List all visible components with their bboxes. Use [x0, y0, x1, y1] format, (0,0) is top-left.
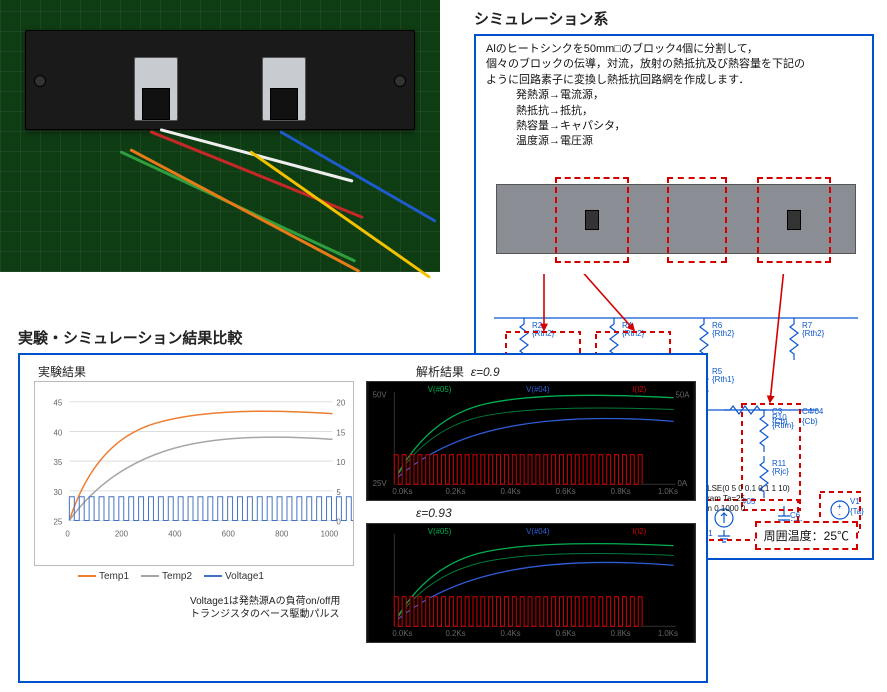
experiment-chart-legend: Temp1 Temp2 Voltage1 — [78, 571, 264, 582]
sim-map: 発熱源→電流源， — [486, 88, 805, 103]
svg-text:C3: C3 — [772, 407, 783, 416]
svg-text:I(I2): I(I2) — [632, 527, 646, 536]
sim-line: 個々のブロックの伝導，対流，放射の熱抵抗及び熱容量を下記の — [486, 57, 805, 72]
sim-map: 熱抵抗→抵抗， — [486, 104, 805, 119]
svg-text:20: 20 — [336, 399, 345, 408]
comparison-section-label: 実験・シミュレーション結果比較 — [18, 327, 242, 348]
svg-text:V(#05): V(#05) — [428, 527, 452, 536]
heatsink-bar — [25, 30, 415, 130]
spice-line: .param Ta=25 — [696, 494, 790, 504]
spice-directives: PULSE(0 5 0 0.1 0.1 1 10) .param Ta=25 .… — [696, 484, 790, 514]
legend-entry: Voltage1 — [225, 571, 264, 582]
svg-text:V1: V1 — [850, 497, 860, 506]
svg-text:I(I2): I(I2) — [632, 385, 646, 394]
svg-text:{Cb}: {Cb} — [772, 417, 788, 426]
svg-text:400: 400 — [168, 529, 182, 538]
block-dash-3 — [757, 177, 831, 263]
svg-text:600: 600 — [222, 529, 236, 538]
transistor-right-icon — [262, 57, 306, 121]
heatsink-block-diagram — [496, 184, 856, 254]
svg-text:V(#05): V(#05) — [428, 385, 452, 394]
svg-text:25V: 25V — [373, 479, 388, 488]
svg-text:0: 0 — [336, 517, 341, 526]
svg-text:{Rjc}: {Rjc} — [772, 467, 789, 476]
svg-text:{Rth2}: {Rth2} — [802, 329, 825, 338]
svg-text:{Ta}: {Ta} — [850, 507, 864, 516]
svg-text:1.0Ks: 1.0Ks — [658, 629, 678, 638]
svg-text:1.0Ks: 1.0Ks — [658, 487, 678, 496]
wire-blue — [279, 130, 436, 223]
svg-text:{Rth2}: {Rth2} — [712, 329, 735, 338]
analysis-chart-1: V(#05) V(#04) I(I2) 0.0Ks 0.2Ks 0.4Ks 0.… — [366, 381, 696, 501]
analysis-chart-2: V(#05) V(#04) I(I2) 0.0Ks 0.2Ks 0.4Ks 0.… — [366, 523, 696, 643]
svg-text:35: 35 — [54, 458, 63, 467]
svg-text:0.6Ks: 0.6Ks — [556, 629, 576, 638]
svg-text:0.4Ks: 0.4Ks — [501, 487, 521, 496]
svg-text:0.0Ks: 0.0Ks — [392, 487, 412, 496]
svg-text:{Cb}: {Cb} — [802, 417, 818, 426]
block-dash-2 — [667, 177, 727, 263]
svg-text:0.2Ks: 0.2Ks — [445, 629, 465, 638]
svg-text:40: 40 — [54, 428, 63, 437]
epsilon-093-label: ε=0.93 — [416, 506, 452, 520]
svg-text:V(#04): V(#04) — [526, 527, 550, 536]
svg-text:50A: 50A — [676, 391, 691, 400]
voltage-note: Voltage1は発熱源Aの負荷on/off用 トランジスタのベース駆動パルス — [190, 595, 340, 621]
spice-line: .tran 0 1000 0 — [696, 504, 790, 514]
svg-text:{Rth2}: {Rth2} — [532, 329, 555, 338]
svg-text:15: 15 — [336, 428, 345, 437]
svg-text:0A: 0A — [678, 479, 688, 488]
svg-text:0.8Ks: 0.8Ks — [611, 629, 631, 638]
svg-text:5: 5 — [336, 488, 341, 497]
spice-line: PULSE(0 5 0 0.1 0.1 1 10) — [696, 484, 790, 494]
legend-entry: Temp2 — [162, 571, 192, 582]
svg-text:{Rth1}: {Rth1} — [712, 375, 735, 384]
svg-text:800: 800 — [275, 529, 289, 538]
svg-text:200: 200 — [115, 529, 129, 538]
sim-map: 熱容量→キャパシタ， — [486, 119, 805, 134]
simulation-section-label: シミュレーション系 — [474, 8, 608, 29]
experiment-result-label: 実験結果 — [38, 363, 86, 380]
svg-text:25: 25 — [54, 517, 63, 526]
wire-orange — [129, 148, 360, 273]
svg-text:0.0Ks: 0.0Ks — [392, 629, 412, 638]
svg-text:1000: 1000 — [321, 529, 339, 538]
experiment-photo — [0, 0, 440, 272]
svg-text:0.4Ks: 0.4Ks — [501, 629, 521, 638]
sim-line: Alのヒートシンクを50mm□のブロック4個に分割して， — [486, 42, 805, 57]
svg-text:50V: 50V — [373, 391, 388, 400]
results-panel: 実験結果 25 30 35 40 45 0 5 10 15 20 0 200 — [18, 353, 708, 683]
chip-icon — [585, 210, 599, 230]
svg-text:10: 10 — [336, 458, 345, 467]
svg-text:0.2Ks: 0.2Ks — [445, 487, 465, 496]
svg-text:0.8Ks: 0.8Ks — [611, 487, 631, 496]
svg-text:0: 0 — [65, 529, 70, 538]
svg-text:C4: C4 — [802, 407, 813, 416]
transistor-left-icon — [134, 57, 178, 121]
svg-text:0.6Ks: 0.6Ks — [556, 487, 576, 496]
svg-text:V(#04): V(#04) — [526, 385, 550, 394]
sim-line: ように回路素子に変換し熱抵抗回路網を作成します． — [486, 73, 805, 88]
svg-text:30: 30 — [54, 488, 63, 497]
sim-map: 温度源→電圧源 — [486, 134, 805, 149]
simulation-description: Alのヒートシンクを50mm□のブロック4個に分割して， 個々のブロックの伝導，… — [486, 42, 805, 150]
svg-text:45: 45 — [54, 399, 63, 408]
experiment-chart: 25 30 35 40 45 0 5 10 15 20 0 200 400 60… — [34, 381, 354, 566]
analysis-result-label: 解析結果 ε=0.9 — [416, 363, 500, 380]
chip-icon — [787, 210, 801, 230]
ambient-temperature-note: 周囲温度：25℃ — [755, 521, 858, 550]
legend-entry: Temp1 — [99, 571, 129, 582]
block-dash-1 — [555, 177, 629, 263]
